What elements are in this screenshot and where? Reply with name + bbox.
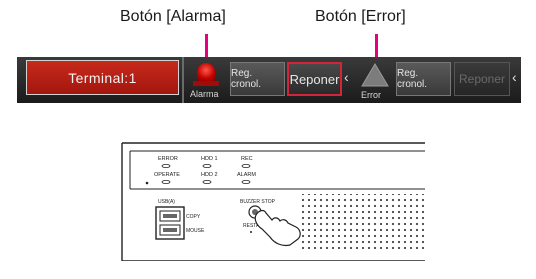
error-log-button[interactable]: Reg. cronol. [396, 62, 451, 96]
alarm-label: Alarma [190, 89, 219, 99]
led-label-rec: REC [241, 156, 253, 162]
led-label-operate: OPERATE [154, 172, 180, 178]
divider [182, 57, 184, 103]
led-indicator [202, 163, 212, 168]
error-reset-button[interactable]: Reponer [454, 62, 510, 96]
alarm-button[interactable]: Alarma [189, 59, 229, 101]
led-indicator [161, 180, 171, 185]
vent-grille [300, 194, 425, 252]
power-dot [145, 181, 149, 185]
led-indicator [241, 180, 251, 185]
led-label-hdd1: HDD 1 [201, 156, 218, 162]
status-bar: Terminal:1 Alarma Reg. cronol. Reponer ‹… [17, 57, 521, 103]
alarm-lamp-base [193, 81, 219, 86]
led-indicator [202, 180, 212, 185]
warning-triangle-icon [361, 63, 389, 87]
pressing-hand-icon [254, 209, 301, 247]
error-button[interactable]: Error [357, 60, 393, 100]
error-label: Error [361, 90, 381, 100]
copy-label: COPY [186, 214, 201, 220]
led-label-hdd2: HDD 2 [201, 172, 218, 178]
usb-port-top-slot [163, 214, 177, 218]
mouse-label: MOUSE [186, 228, 205, 234]
alarm-button-callout: Botón [Alarma] [120, 8, 226, 25]
terminal-indicator: Terminal:1 [26, 60, 179, 95]
led-label-error: ERROR [158, 156, 178, 162]
usb-port-bottom-slot [163, 228, 177, 232]
buzzer-stop-label: BUZZER STOP [240, 199, 276, 205]
usb-label: USB(A) [158, 199, 175, 205]
chevron-left-icon[interactable]: ‹ [512, 69, 517, 85]
error-button-callout: Botón [Error] [315, 8, 406, 25]
alarm-lamp-icon [197, 63, 215, 81]
recorder-front-panel: ERROR HDD 1 REC OPERATE HDD 2 ALARM USB(… [121, 142, 425, 261]
alarm-reset-button[interactable]: Reponer [287, 62, 342, 96]
alarm-log-button[interactable]: Reg. cronol. [230, 62, 285, 96]
led-indicator [241, 163, 251, 168]
chevron-left-icon[interactable]: ‹ [344, 69, 349, 85]
restart-pinhole [250, 231, 252, 233]
led-label-alarm: ALARM [237, 172, 256, 178]
led-indicator [161, 163, 171, 168]
